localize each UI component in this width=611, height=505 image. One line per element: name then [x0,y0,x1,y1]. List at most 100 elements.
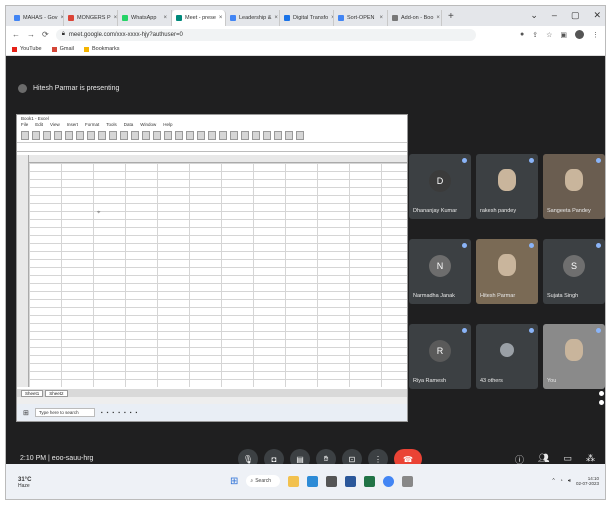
url-field[interactable]: 🔒︎ meet.google.com/xxx-xxxx-hjy?authuser… [55,28,476,41]
toolbar-icon[interactable] [109,131,117,140]
volume-icon[interactable]: 🔊︎ [568,478,571,484]
toolbar-icon[interactable] [32,131,40,140]
toolbar-icon[interactable] [21,131,29,140]
spreadsheet-menu-item[interactable]: Window [140,122,156,129]
spreadsheet-menu-item[interactable]: Insert [67,122,78,129]
toolbar-icon[interactable] [164,131,172,140]
formula-bar[interactable] [17,143,407,152]
toolbar-icon[interactable] [219,131,227,140]
toolbar-icon[interactable] [175,131,183,140]
browser-tab[interactable]: MAHAS - Gov × [10,10,64,26]
extensions-icon[interactable]: ▣ [560,31,567,39]
toolbar-icon[interactable] [153,131,161,140]
participant-tile[interactable]: R Riya Ramesh [409,324,471,389]
toolbar-icon[interactable] [54,131,62,140]
toolbar-icon[interactable] [230,131,238,140]
sheet-tab-1[interactable]: Sheet1 [21,389,44,397]
participant-tile[interactable]: Sangeeta Pandey [543,154,605,219]
taskbar-search[interactable]: ⌕ Search [246,475,281,487]
toolbar-icon[interactable] [43,131,51,140]
spreadsheet-menu-item[interactable]: File [21,122,28,129]
browser-tab[interactable]: Add-on - Boo × [388,10,442,26]
browser-tab[interactable]: Digital Transfo× [280,10,334,26]
chrome-icon[interactable] [383,475,395,487]
share-icon[interactable]: ⇪ [532,31,538,39]
spreadsheet-grid[interactable]: ⌖ [17,155,407,387]
chevron-up-icon[interactable]: ^ [552,478,554,484]
toolbar-icon[interactable] [208,131,216,140]
spreadsheet-menu-item[interactable]: Format [85,122,99,129]
bookmark-gmail[interactable]: Gmail [51,46,74,52]
spreadsheet-menu-item[interactable]: Tools [106,122,117,129]
participant-tile[interactable]: S Sujata Singh [543,239,605,304]
spreadsheet-menu-item[interactable]: Data [124,122,134,129]
maximize-icon[interactable]: ▢ [571,10,580,21]
profile-avatar[interactable] [575,30,584,39]
minimize-icon[interactable]: – [552,10,557,21]
toolbar-icon[interactable] [65,131,73,140]
browser-tab[interactable]: Meet - prese × [172,10,226,26]
participant-tile[interactable]: N Narmadha Janak [409,239,471,304]
toolbar-icon[interactable] [76,131,84,140]
chevron-down-icon[interactable] [599,400,604,405]
sheet-tab-2[interactable]: Sheet2 [45,389,68,397]
participant-tile[interactable]: D Dhananjay Kumar [409,154,471,219]
toolbar-icon[interactable] [197,131,205,140]
tab-close-icon[interactable]: × [163,15,167,21]
excel-icon[interactable] [364,475,376,487]
toolbar-icon[interactable] [186,131,194,140]
system-clock[interactable]: 14:10 02-07-2023 [576,476,599,486]
toolbar-icon[interactable] [241,131,249,140]
forward-icon[interactable]: → [27,30,35,39]
new-tab-button[interactable]: + [442,11,460,22]
edge-icon[interactable] [307,475,319,487]
chevron-down-icon[interactable]: ⌄ [530,10,538,21]
spreadsheet-menu-item[interactable]: Help [163,122,172,129]
browser-tab[interactable]: Sort-OPEN × [334,10,388,26]
weather-widget[interactable]: 31°C Haze [18,477,31,489]
toolbar-icon[interactable] [120,131,128,140]
browser-tab[interactable]: MONGERS P × [64,10,118,26]
browser-tab[interactable]: WhatsApp × [118,10,172,26]
spreadsheet-menu-item[interactable]: Edit [35,122,43,129]
toolbar-icon[interactable] [142,131,150,140]
record-icon[interactable]: ● [520,31,524,38]
store-icon[interactable] [326,475,338,487]
close-icon[interactable]: ✕ [593,10,601,21]
bookmark-youtube[interactable]: YouTube [12,46,42,52]
mic-muted-icon [596,243,601,248]
participant-tile[interactable]: You [543,324,605,389]
file-explorer-icon[interactable] [288,475,300,487]
browser-tab[interactable]: Leadership & × [226,10,280,26]
tab-close-icon[interactable]: × [219,15,223,21]
toolbar-icon[interactable] [274,131,282,140]
tab-close-icon[interactable]: × [436,15,440,21]
toolbar-icon[interactable] [252,131,260,140]
word-icon[interactable] [345,475,357,487]
bookmark-folder[interactable]: Bookmarks [84,46,120,52]
toolbar-icon[interactable] [296,131,304,140]
menu-dots-icon[interactable]: ⋮ [592,31,599,39]
reload-icon[interactable]: ⟳ [42,30,49,39]
participant-tile[interactable]: Hitesh Parmar [476,239,538,304]
participant-tile[interactable]: 43 others [476,324,538,389]
toolbar-icon[interactable] [263,131,271,140]
tab-close-icon[interactable]: × [379,15,383,21]
toolbar-icon[interactable] [87,131,95,140]
chevron-up-icon[interactable] [599,391,604,396]
mouse-cursor-icon: ⌖ [97,210,101,216]
participant-tile[interactable]: rakesh pandey [476,154,538,219]
app-icon[interactable] [402,475,414,487]
toolbar-icon[interactable] [131,131,139,140]
star-icon[interactable]: ☆ [546,31,552,39]
network-icon[interactable]: ◔ [560,478,563,484]
back-icon[interactable]: ← [12,30,20,39]
toolbar-icon[interactable] [285,131,293,140]
participant-name: Sangeeta Pandey [547,208,591,214]
spreadsheet-menu-item[interactable]: View [50,122,60,129]
windows-start-icon[interactable]: ⊞ [230,476,238,487]
toolbar-icon[interactable] [98,131,106,140]
tab-close-icon[interactable]: × [114,15,117,21]
tab-close-icon[interactable]: × [274,15,278,21]
mic-muted-icon [596,158,601,163]
